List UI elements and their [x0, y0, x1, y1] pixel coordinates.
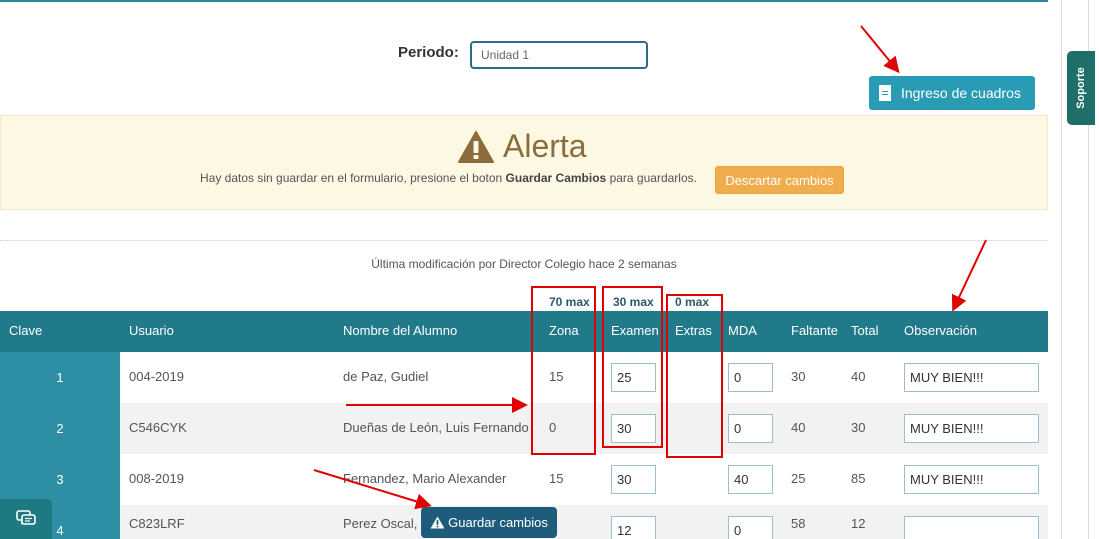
faltante-cell: 30	[791, 369, 806, 384]
observacion-input[interactable]	[904, 363, 1039, 392]
examen-input[interactable]	[611, 465, 656, 494]
header-observacion: Observación	[904, 323, 977, 338]
faltante-cell: 40	[791, 420, 806, 435]
warning-icon	[430, 516, 445, 529]
examen-highlight-box	[602, 286, 663, 448]
observacion-input[interactable]	[904, 414, 1039, 443]
ingreso-cuadros-label: Ingreso de cuadros	[901, 85, 1021, 101]
soporte-label: Soporte	[1075, 67, 1087, 109]
dotted-divider	[0, 240, 1048, 241]
table-row: 3 008-2019 Fernandez, Mario Alexander 15…	[0, 454, 1048, 505]
total-cell: 12	[851, 516, 866, 531]
total-cell: 30	[851, 420, 866, 435]
mda-input[interactable]	[728, 363, 773, 392]
usuario-cell: 008-2019	[129, 471, 184, 486]
table-row: 2 C546CYK Dueñas de León, Luis Fernando …	[0, 403, 1048, 454]
top-divider	[0, 0, 1048, 2]
alert-title: Alerta	[503, 128, 587, 164]
guardar-cambios-button[interactable]: Guardar cambios	[421, 507, 557, 538]
usuario-cell: 004-2019	[129, 369, 184, 384]
clave-cell: 1	[0, 352, 120, 403]
document-icon	[879, 85, 891, 101]
header-faltante: Faltante	[791, 323, 838, 338]
nombre-cell: Dueñas de León, Luis Fernando	[343, 420, 529, 435]
alert-heading: Alerta	[458, 128, 587, 165]
alert-message-pre: Hay datos sin guardar en el formulario, …	[200, 171, 503, 185]
header-mda: MDA	[728, 323, 757, 338]
clave-cell: 2	[0, 403, 120, 454]
faltante-cell: 25	[791, 471, 806, 486]
periodo-label: Periodo:	[398, 44, 459, 61]
last-modified-text: Última modificación por Director Colegio…	[371, 257, 677, 271]
chat-icon	[16, 510, 36, 525]
soporte-tab[interactable]: Soporte	[1067, 51, 1095, 125]
zona-cell: 15	[549, 471, 564, 486]
arrow-to-ingreso	[860, 25, 900, 74]
header-usuario: Usuario	[129, 323, 174, 338]
extras-highlight-box	[666, 294, 723, 458]
nombre-cell: Perez Oscal, C	[343, 516, 431, 531]
mda-input[interactable]	[728, 414, 773, 443]
header-nombre: Nombre del Alumno	[343, 323, 458, 338]
mda-input[interactable]	[728, 516, 773, 539]
arrow-to-observacion	[951, 239, 987, 312]
alert-message: Hay datos sin guardar en el formulario, …	[200, 171, 697, 185]
zona-highlight-box	[531, 286, 596, 455]
examen-input[interactable]	[611, 516, 656, 539]
ingreso-cuadros-button[interactable]: Ingreso de cuadros	[869, 76, 1035, 110]
warning-icon	[458, 130, 494, 163]
guardar-cambios-label: Guardar cambios	[448, 515, 548, 530]
mda-input[interactable]	[728, 465, 773, 494]
total-cell: 85	[851, 471, 866, 486]
nombre-cell: Fernandez, Mario Alexander	[343, 471, 507, 486]
usuario-cell: C546CYK	[129, 420, 187, 435]
faltante-cell: 58	[791, 516, 806, 531]
usuario-cell: C823LRF	[129, 516, 185, 531]
header-clave: Clave	[9, 323, 43, 338]
alert-message-post: para guardarlos.	[609, 171, 697, 185]
observacion-input[interactable]	[904, 465, 1039, 494]
periodo-field[interactable]	[470, 41, 648, 69]
header-total: Total	[851, 323, 879, 338]
table-row: 1 004-2019 de Paz, Gudiel 15 30 40	[0, 352, 1048, 403]
page-edge-line	[1061, 0, 1062, 539]
table-header: Clave Usuario Nombre del Alumno Zona Exa…	[0, 311, 1048, 352]
chat-button[interactable]	[0, 499, 52, 539]
nombre-cell: de Paz, Gudiel	[343, 369, 429, 384]
clave-cell: 3	[0, 454, 120, 505]
total-cell: 40	[851, 369, 866, 384]
observacion-input[interactable]	[904, 516, 1039, 539]
alert-message-bold: Guardar Cambios	[505, 171, 607, 185]
descartar-cambios-button[interactable]: Descartar cambios	[715, 166, 844, 194]
